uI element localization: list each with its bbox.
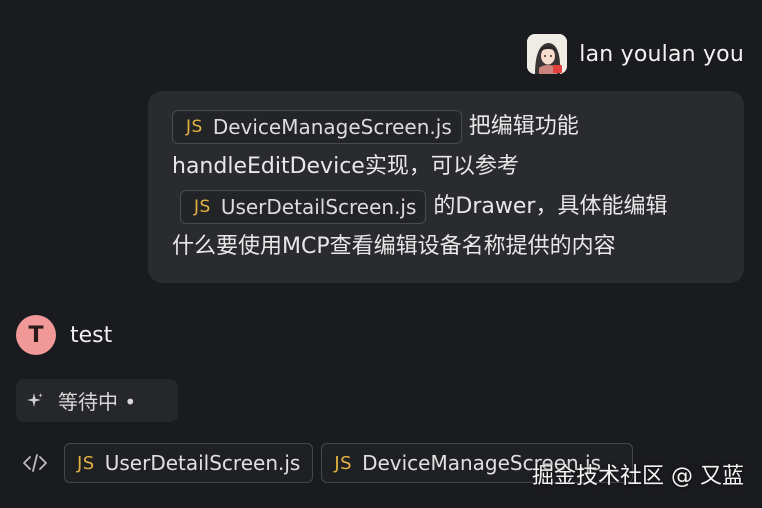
status-text: 等待中 • xyxy=(58,390,137,414)
avatar-illustration-icon xyxy=(527,34,568,74)
code-icon xyxy=(23,454,47,472)
message-line-1: JS DeviceManageScreen.js 把编辑功能 xyxy=(172,107,720,147)
chat-page: lan youlan you JS DeviceManageScreen.js … xyxy=(0,0,762,508)
context-file-label: UserDetailScreen.js xyxy=(104,451,301,475)
sparkle-icon xyxy=(27,392,43,407)
assistant-avatar: T xyxy=(16,315,56,355)
message-text: 把编辑功能 xyxy=(468,114,579,139)
message-line-2: handleEditDevice实现，可以参考 xyxy=(172,147,720,187)
file-reference-label: UserDetailScreen.js xyxy=(220,195,417,219)
message-text: 的Drawer，具体能编辑 xyxy=(433,194,668,219)
file-reference-chip[interactable]: JS DeviceManageScreen.js xyxy=(172,110,462,144)
message-text: 什么要使用MCP查看编辑设备名称提供的内容 xyxy=(172,234,616,259)
watermark: 掘金技术社区 @ 又蓝 xyxy=(532,464,744,489)
message-line-4: 什么要使用MCP查看编辑设备名称提供的内容 xyxy=(172,227,720,267)
message-line-3: JS UserDetailScreen.js 的Drawer，具体能编辑 xyxy=(172,187,720,227)
context-file-chip[interactable]: JS UserDetailScreen.js xyxy=(64,443,314,483)
js-file-icon: JS xyxy=(334,452,353,474)
file-reference-label: DeviceManageScreen.js xyxy=(212,115,452,139)
username: lan youlan you xyxy=(579,41,744,67)
user-avatar[interactable] xyxy=(527,34,568,74)
js-file-icon: JS xyxy=(194,197,211,217)
js-file-icon: JS xyxy=(186,117,203,137)
waiting-status: 等待中 • xyxy=(16,379,178,422)
user-message-bubble: JS DeviceManageScreen.js 把编辑功能 handleEdi… xyxy=(148,91,744,283)
assistant-header: T test xyxy=(16,315,112,355)
assistant-name: test xyxy=(70,322,113,348)
js-file-icon: JS xyxy=(77,452,95,474)
message-text: handleEditDevice实现，可以参考 xyxy=(172,154,519,179)
user-header: lan youlan you xyxy=(527,34,744,74)
file-reference-chip[interactable]: JS UserDetailScreen.js xyxy=(180,190,427,224)
